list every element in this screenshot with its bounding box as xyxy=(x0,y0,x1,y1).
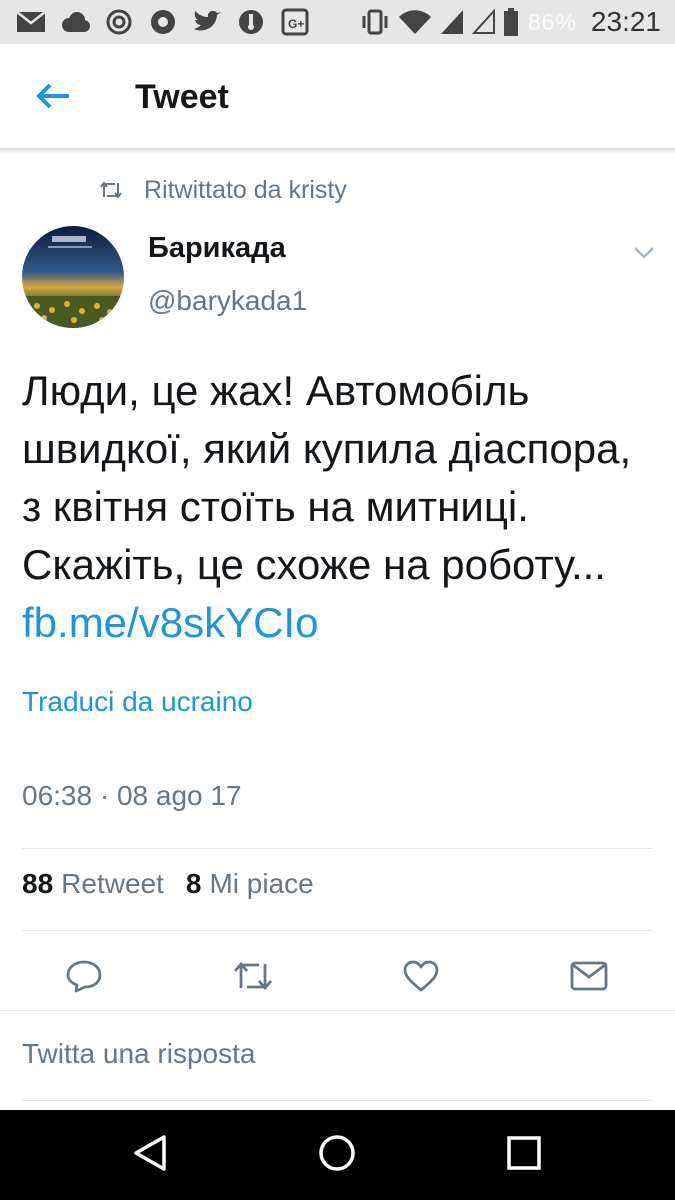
author-handle[interactable]: @barykada1 xyxy=(148,285,307,317)
app-bar-shadow xyxy=(0,148,675,154)
like-count[interactable]: 8 Mi piace xyxy=(186,868,314,900)
cloud-icon xyxy=(58,7,92,37)
author-name[interactable]: Барикада xyxy=(148,232,286,265)
back-button[interactable] xyxy=(30,78,76,118)
nav-recents-button[interactable] xyxy=(501,1132,547,1178)
divider xyxy=(22,930,653,931)
triangle-back-icon xyxy=(132,1134,168,1177)
app-bar: Tweet xyxy=(0,44,675,148)
reply-button[interactable] xyxy=(56,950,112,1006)
thermometer-icon xyxy=(234,7,268,37)
battery-percent: 86% xyxy=(527,8,577,35)
svg-text:G+: G+ xyxy=(288,17,304,31)
signal-empty-icon xyxy=(471,9,496,35)
page-title: Tweet xyxy=(135,78,229,116)
twitter-icon xyxy=(190,7,224,37)
like-count-number: 8 xyxy=(185,868,202,899)
retweeted-by[interactable]: Ritwittato da kristy xyxy=(100,172,347,208)
spiral-icon xyxy=(102,7,136,37)
status-time: 23:21 xyxy=(590,6,661,37)
retweet-count-label: Retweet xyxy=(61,868,164,899)
tweet-timestamp: 06:38 · 08 ago 17 xyxy=(22,780,242,811)
tweet-text-body: Люди, це жах! Автомобіль швидкої, який к… xyxy=(22,367,632,588)
like-button[interactable] xyxy=(393,950,449,1006)
retweeted-by-label: Ritwittato da kristy xyxy=(144,175,347,204)
heart-icon xyxy=(402,959,440,998)
divider xyxy=(22,848,653,849)
divider xyxy=(22,1100,653,1101)
chevron-down-icon xyxy=(633,246,655,265)
tweet-link[interactable]: fb.me/v8skYCIo xyxy=(22,599,318,646)
circle-home-icon xyxy=(317,1133,357,1178)
envelope-icon xyxy=(570,961,608,996)
retweet-icon xyxy=(232,960,274,997)
reply-icon xyxy=(65,959,103,998)
navigation-bar xyxy=(0,1110,675,1200)
tweet-text: Люди, це жах! Автомобіль швидкої, який к… xyxy=(22,362,662,652)
status-bar-system-icons: 86% 23:21 xyxy=(352,0,661,44)
square-recents-icon xyxy=(506,1135,542,1176)
divider xyxy=(0,1010,675,1011)
wifi-icon xyxy=(398,9,432,35)
vibrate-icon xyxy=(360,9,390,35)
reply-input[interactable]: Twitta una risposta xyxy=(22,1038,255,1070)
nav-home-button[interactable] xyxy=(314,1132,360,1178)
chrome-icon xyxy=(146,7,180,37)
retweet-count[interactable]: 88 Retweet xyxy=(22,868,164,900)
battery-icon xyxy=(503,8,518,36)
tweet-menu-button[interactable] xyxy=(627,240,661,270)
avatar[interactable] xyxy=(22,226,124,328)
tweet-actions xyxy=(0,950,675,1006)
mail-icon xyxy=(14,7,48,37)
signal-icon xyxy=(440,9,464,35)
retweet-count-number: 88 xyxy=(22,868,54,899)
like-count-label: Mi piace xyxy=(209,868,314,899)
translate-link[interactable]: Traduci da ucraino xyxy=(22,686,253,718)
nav-back-button[interactable] xyxy=(127,1132,173,1178)
status-bar-notification-icons: G+ xyxy=(14,6,322,38)
retweet-button[interactable] xyxy=(225,950,281,1006)
tweet-stats: 88 Retweet 8 Mi piace xyxy=(22,868,336,900)
back-arrow-icon xyxy=(35,82,71,115)
share-button[interactable] xyxy=(561,950,617,1006)
retweet-small-icon xyxy=(100,175,130,205)
google-plus-icon: G+ xyxy=(278,7,312,37)
status-bar: G+ 86% 23:21 xyxy=(0,0,675,44)
